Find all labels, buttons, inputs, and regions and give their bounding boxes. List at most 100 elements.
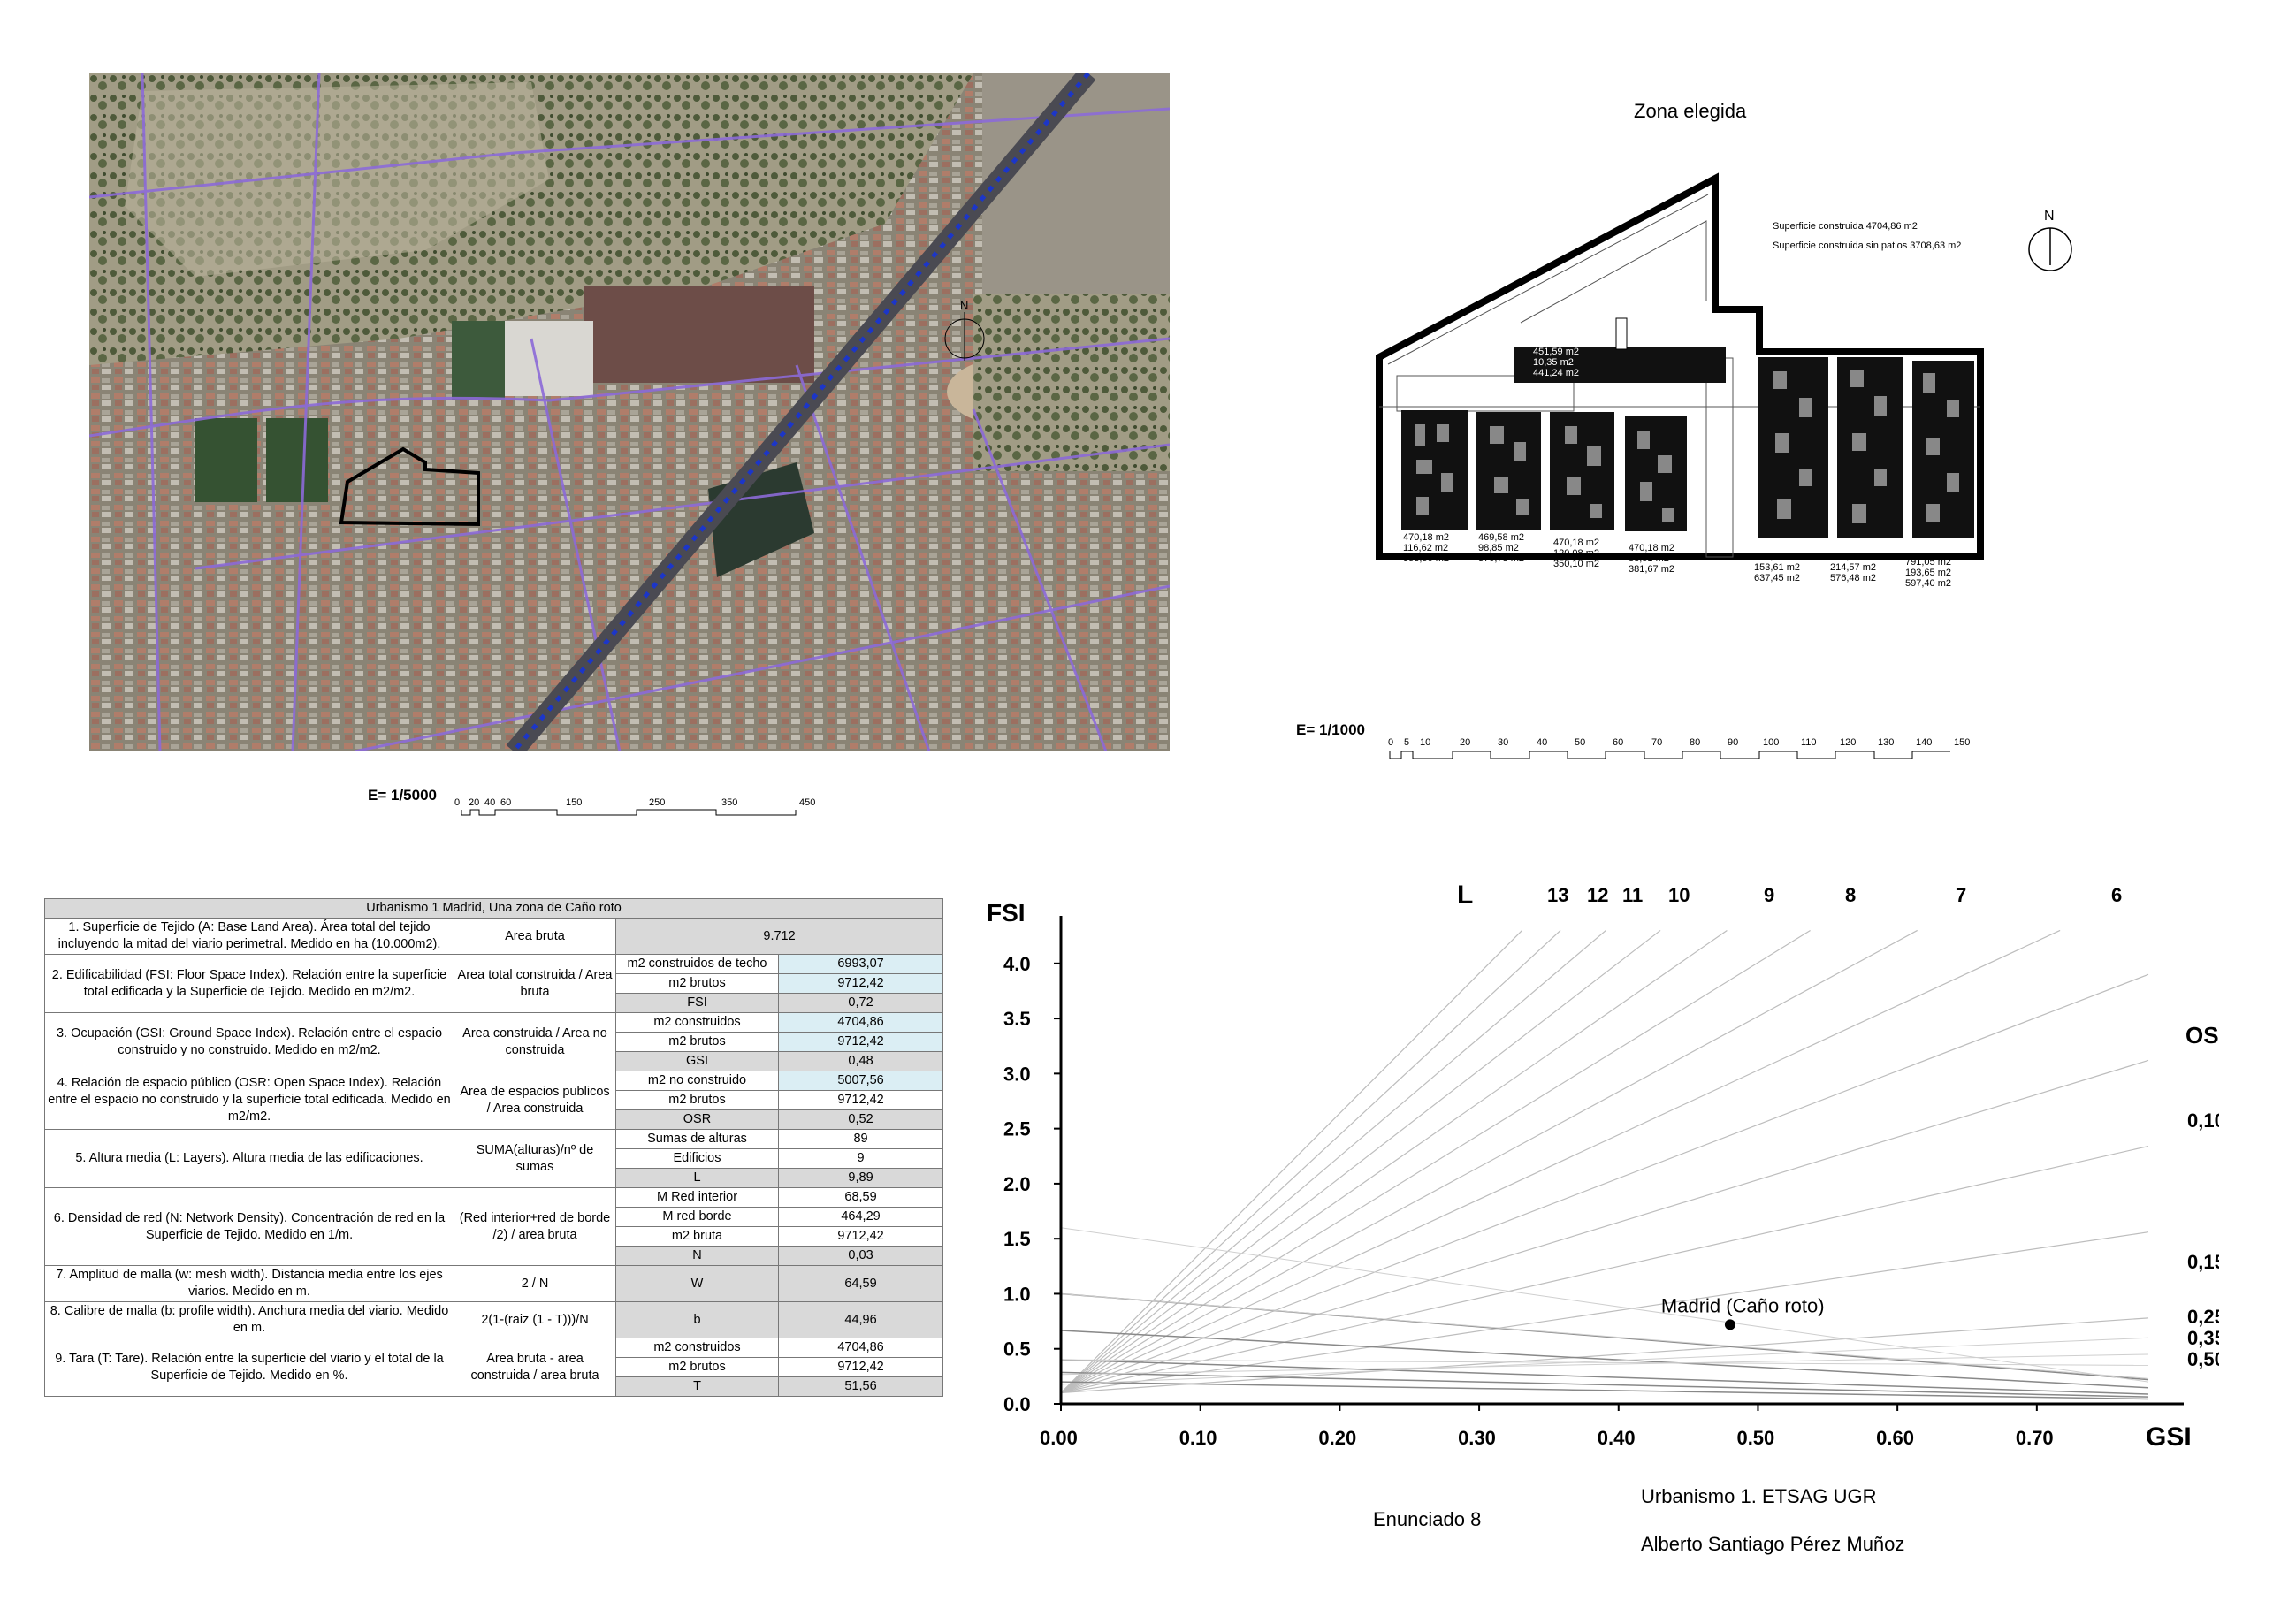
param-sub-label: m2 no construido — [615, 1071, 779, 1091]
l-ray-line — [1060, 929, 1728, 1394]
l-value-label: 7 — [1956, 884, 1966, 906]
plan-north-label: N — [2044, 209, 2055, 224]
y-tick-label: 2.5 — [1003, 1118, 1031, 1140]
param-sub-value: 4704,86 — [777, 1012, 944, 1033]
param-sub-value: 0,72 — [777, 993, 944, 1013]
map-scale-label: E= 1/5000 — [368, 787, 437, 804]
plan-scale-tick: 80 — [1690, 737, 1701, 748]
plan-block-value: 88,51 m2 — [1629, 553, 1669, 564]
plan-scale-tick: 100 — [1763, 737, 1780, 748]
map-scale-tick: 40 — [484, 797, 496, 808]
param-sub-label: FSI — [615, 993, 779, 1013]
table-row: 1. Superficie de Tejido (A: Base Land Ar… — [44, 918, 944, 955]
plan-block-value: 791,05 m2 — [1830, 552, 1876, 562]
map-scale-bar-graphic — [461, 809, 797, 816]
l-ray-line — [1060, 930, 1523, 1393]
plan-scale-tick: 5 — [1404, 737, 1410, 748]
table-row: 6. Densidad de red (N: Network Density).… — [44, 1187, 944, 1266]
param-sub-value: 44,96 — [777, 1301, 944, 1338]
plan-scale-tick: 120 — [1840, 737, 1857, 748]
param-description: 3. Ocupación (GSI: Ground Space Index). … — [44, 1012, 454, 1071]
y-tick-label: 0.0 — [1003, 1393, 1031, 1415]
plan-scale-tick: 20 — [1460, 737, 1471, 748]
table-row: 2. Edificabilidad (FSI: Floor Space Inde… — [44, 954, 944, 1013]
table-row: 8. Calibre de malla (b: profile width). … — [44, 1301, 944, 1338]
param-description: 4. Relación de espacio público (OSR: Ope… — [44, 1071, 454, 1130]
x-tick-label: 0.40 — [1598, 1427, 1636, 1449]
x-tick-label: 0.00 — [1040, 1427, 1078, 1449]
param-description: 7. Amplitud de malla (w: mesh width). Di… — [44, 1265, 454, 1302]
param-sub-label: Edificios — [615, 1148, 779, 1169]
x-tick-label: 0.20 — [1318, 1427, 1356, 1449]
param-sub-value: 0,03 — [777, 1246, 944, 1266]
data-point — [1724, 1319, 1735, 1330]
plan-block-value: 116,62 m2 — [1403, 543, 1449, 553]
plan-scale-tick: 140 — [1916, 737, 1933, 748]
param-sub-value: 9712,42 — [777, 1226, 944, 1247]
table-title-row: Urbanismo 1 Madrid, Una zona de Caño rot… — [43, 898, 944, 919]
plan-scale-tick: 90 — [1728, 737, 1739, 748]
table-row: 9. Tara (T: Tare). Relación entre la sup… — [44, 1338, 944, 1397]
y-axis-label: FSI — [987, 899, 1026, 926]
x-tick-label: 0.10 — [1179, 1427, 1217, 1449]
param-sub-label: m2 bruta — [615, 1226, 779, 1247]
plan-block-label: 791,05 m2 153,61 m2 637,45 m2 — [1754, 552, 1800, 583]
plan-block-value: 120,08 m2 — [1553, 548, 1599, 559]
plan-block-value: 791,05 m2 — [1905, 557, 1951, 568]
plan-block-label: 469,58 m2 98,85 m2 370,73 m2 — [1478, 532, 1524, 564]
site-plan — [1362, 168, 1998, 566]
param-sub-value: 9712,42 — [777, 973, 944, 994]
y-tick-label: 1.5 — [1003, 1228, 1031, 1250]
param-formula: SUMA(alturas)/nº de sumas — [454, 1129, 616, 1188]
param-description: 5. Altura media (L: Layers). Altura medi… — [44, 1129, 454, 1188]
param-sub-label: m2 brutos — [615, 1357, 779, 1377]
param-sub-value: 68,59 — [777, 1187, 944, 1208]
y-tick-label: 1.0 — [1003, 1283, 1031, 1305]
plan-scale-tick: 60 — [1613, 737, 1624, 748]
plan-block-label: 451,59 m2 10,35 m2 441,24 m2 — [1533, 347, 1579, 378]
plan-scale-label: E= 1/1000 — [1296, 721, 1365, 738]
plan-block-value: 597,40 m2 — [1905, 578, 1951, 589]
plan-scale-tick: 130 — [1878, 737, 1895, 748]
param-sub-value: 9712,42 — [777, 1357, 944, 1377]
plan-block-value: 153,61 m2 — [1754, 562, 1800, 573]
param-sub-label: M red borde — [615, 1207, 779, 1227]
param-sub-label: b — [615, 1301, 779, 1338]
plan-title: Zona elegida — [1634, 100, 1747, 122]
l-ray-line — [1060, 929, 1606, 1394]
table-row: 7. Amplitud de malla (w: mesh width). Di… — [44, 1265, 944, 1302]
plan-block-value: 370,73 m2 — [1478, 553, 1524, 564]
param-sub-value: 6993,07 — [777, 954, 944, 974]
param-sub-label: Sumas de alturas — [615, 1129, 779, 1149]
plan-scale-tick: 50 — [1575, 737, 1586, 748]
param-sub-value: 5007,56 — [777, 1071, 944, 1091]
y-tick-label: 3.0 — [1003, 1063, 1031, 1085]
osr-value-label: 0,35 — [2187, 1327, 2219, 1349]
param-sub-label: W — [615, 1265, 779, 1302]
plan-scale-tick: 30 — [1498, 737, 1509, 748]
param-formula: Area total construida / Area bruta — [454, 954, 616, 1013]
plan-block-value: 576,48 m2 — [1830, 573, 1876, 583]
l-ray-line — [1060, 929, 1918, 1394]
plan-block-value: 441,24 m2 — [1533, 368, 1579, 378]
aerial-map — [89, 73, 1170, 751]
map-scale-tick: 60 — [500, 797, 512, 808]
x-axis-label: GSI — [2146, 1422, 2192, 1452]
param-sub-label: m2 construidos — [615, 1338, 779, 1358]
x-tick-label: 0.60 — [1876, 1427, 1914, 1449]
l-ray-line — [1060, 929, 2061, 1394]
plan-block-value: 791,05 m2 — [1754, 552, 1800, 562]
param-formula: Area bruta - area construida / area brut… — [454, 1338, 616, 1397]
x-tick-label: 0.70 — [2016, 1427, 2054, 1449]
param-sub-label: GSI — [615, 1051, 779, 1071]
site-plan-graphic — [1376, 172, 1984, 560]
plan-block-label: 470,18 m2 88,51 m2 381,67 m2 — [1629, 543, 1674, 575]
param-description: 1. Superficie de Tejido (A: Base Land Ar… — [44, 918, 454, 955]
param-formula: (Red interior+red de borde /2) / area br… — [454, 1187, 616, 1266]
y-tick-label: 0.5 — [1003, 1338, 1031, 1361]
param-description: 2. Edificabilidad (FSI: Floor Space Inde… — [44, 954, 454, 1013]
l-ray-line — [1060, 1231, 2149, 1394]
x-tick-label: 0.50 — [1736, 1427, 1774, 1449]
map-scale-tick: 150 — [566, 797, 583, 808]
plan-block-label: 791,05 m2 193,65 m2 597,40 m2 — [1905, 557, 1951, 589]
